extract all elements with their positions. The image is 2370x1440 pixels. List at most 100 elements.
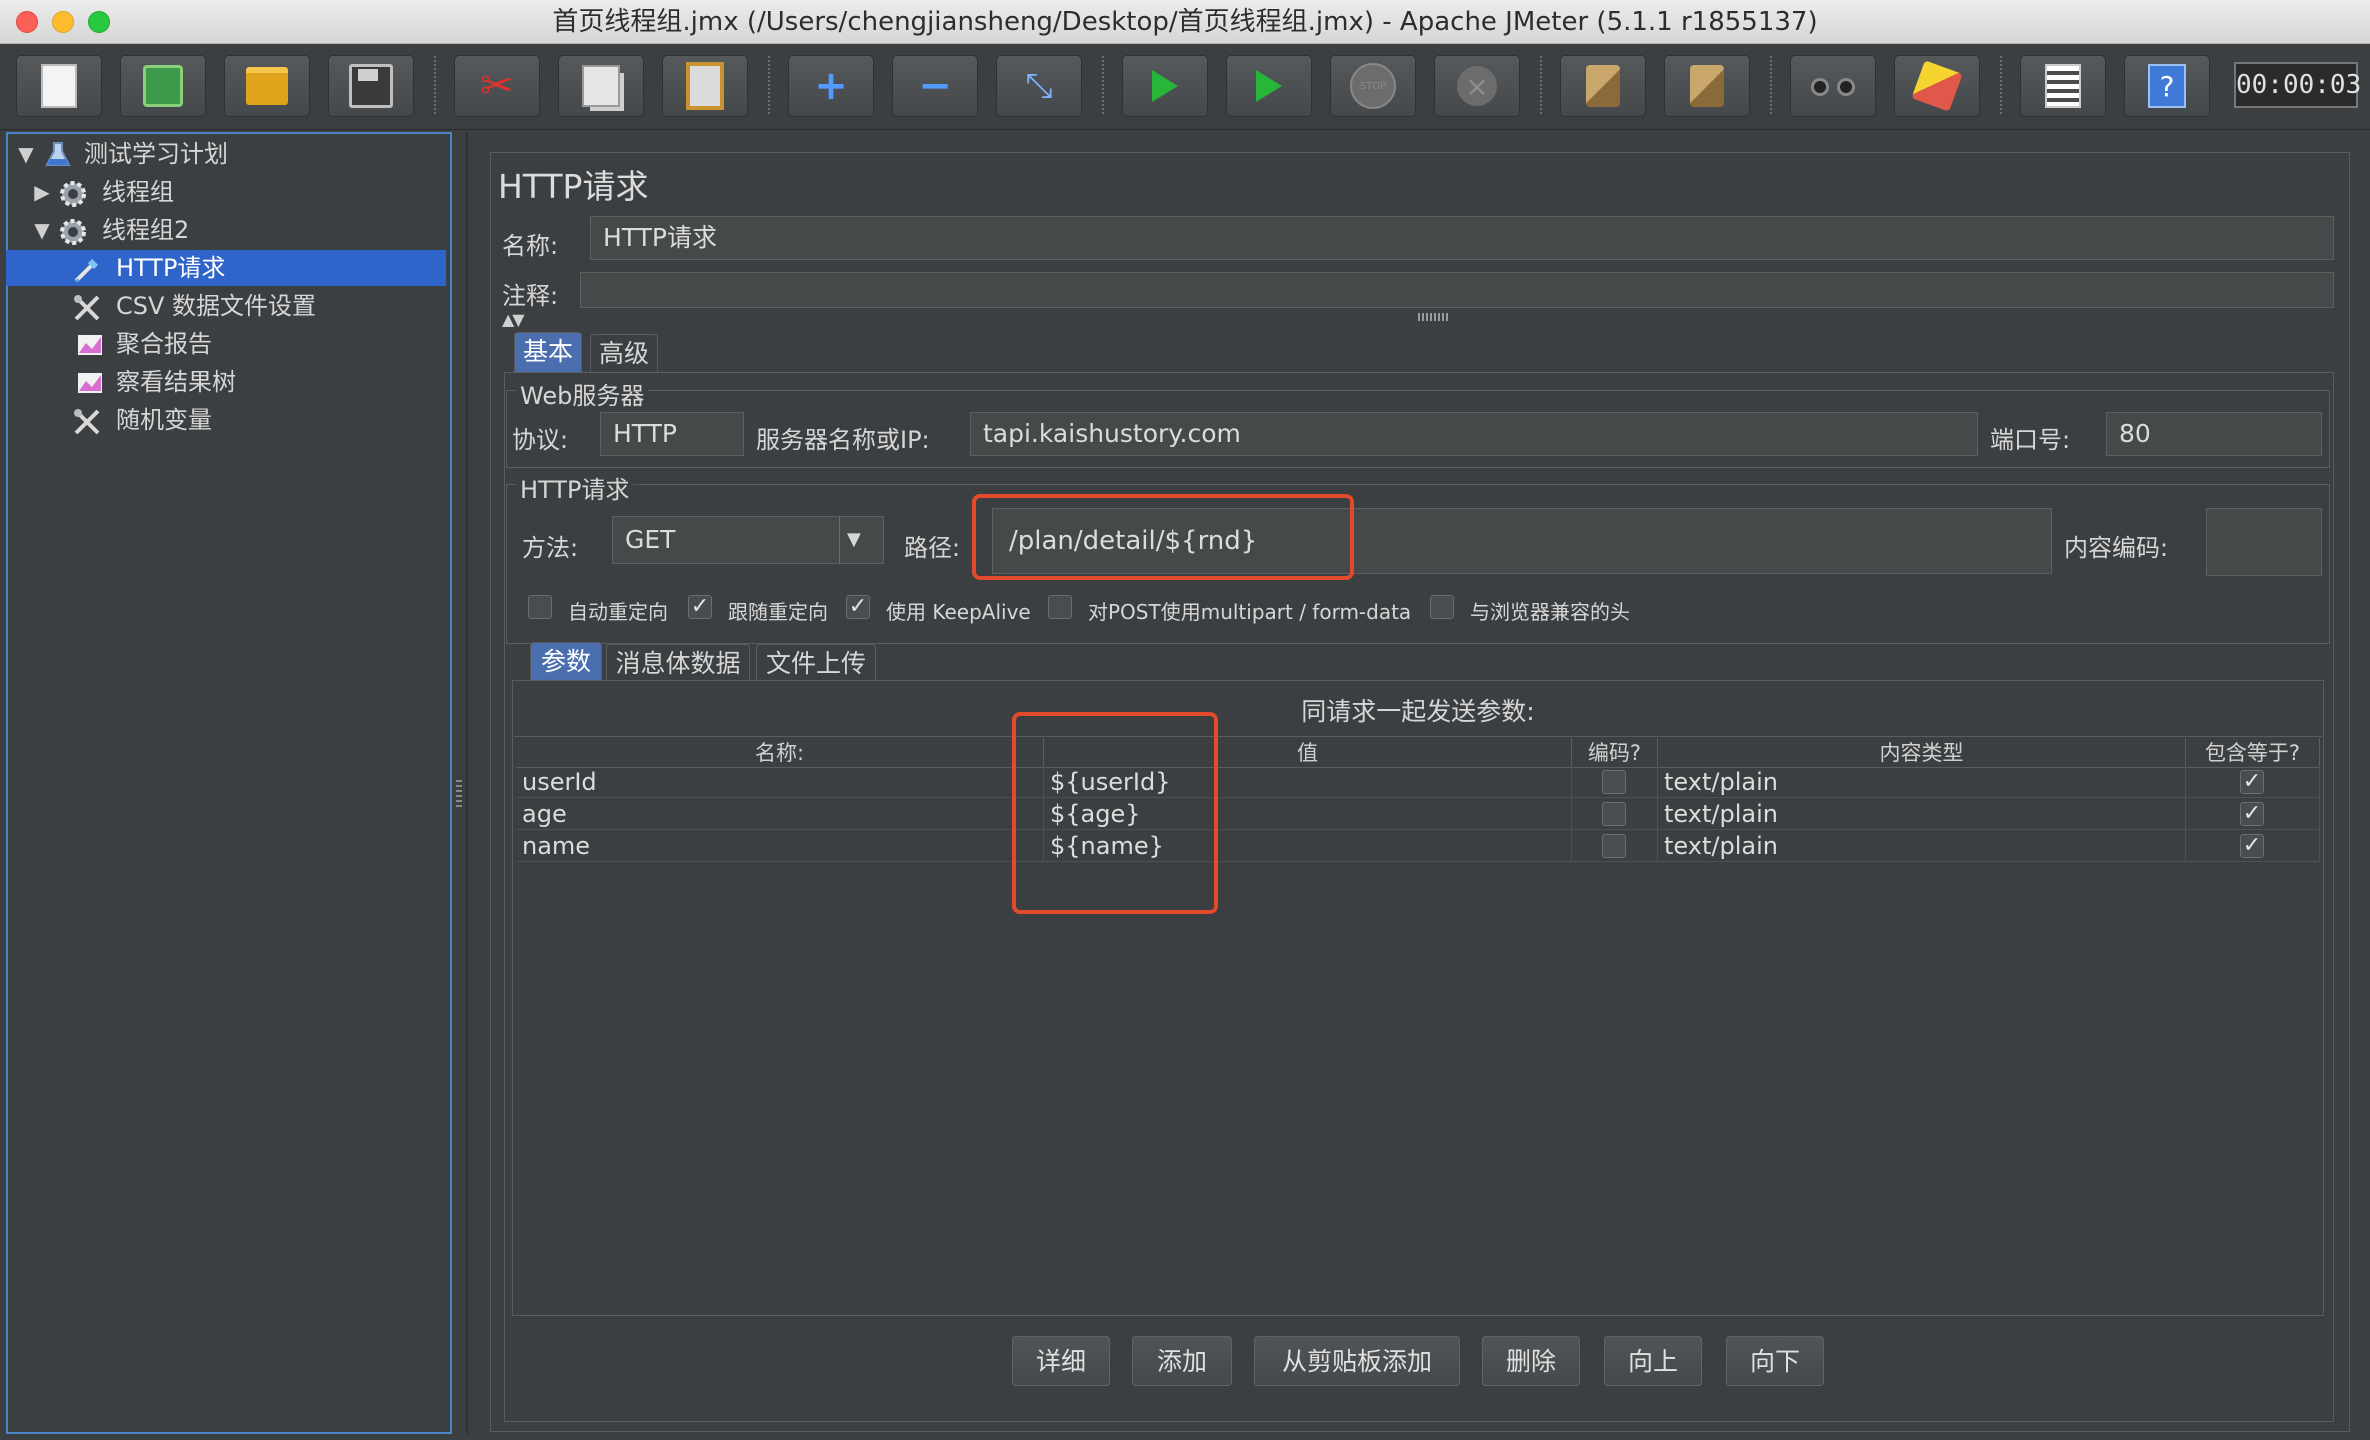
open-button[interactable] [224,55,310,117]
tree-item-http-request[interactable]: HTTP请求 [70,250,444,286]
tree-item-csv-data-set[interactable]: CSV 数据文件设置 [70,288,444,324]
expand-all-button[interactable]: + [788,55,874,117]
include-equals-checkbox[interactable]: ✓ [2240,802,2264,826]
comment-field[interactable] [580,272,2334,308]
stop-button[interactable]: STOP [1330,55,1416,117]
add-button[interactable]: 添加 [1132,1336,1232,1386]
tree-item-thread-group-2[interactable]: ▼ 线程组2 [30,212,444,248]
column-header-encode[interactable]: 编码? [1572,738,1658,768]
encode-checkbox[interactable] [1602,834,1626,858]
tab-parameters[interactable]: 参数 [530,642,602,680]
tree-item-view-results-tree[interactable]: 察看结果树 [70,364,444,400]
table-row-include-equals-cell[interactable]: ✓ [2186,830,2320,862]
table-row-encode-cell[interactable] [1572,830,1658,862]
protocol-field[interactable]: HTTP [600,412,744,456]
toggle-icon: ⤡ [1025,66,1053,106]
server-name-field[interactable]: tapi.kaishustory.com [970,412,1978,456]
clear-button[interactable] [1560,55,1646,117]
expand-arrow-icon[interactable]: ▼ [30,212,54,248]
tree-item-random-variable[interactable]: 随机变量 [70,402,444,438]
name-field[interactable]: HTTP请求 [590,216,2334,260]
divider-grip-icon[interactable] [456,780,462,810]
include-equals-checkbox[interactable]: ✓ [2240,770,2264,794]
resize-grip-icon[interactable] [1418,313,1450,321]
shutdown-button[interactable]: × [1434,55,1520,117]
path-highlight-box [972,494,1354,580]
move-up-button[interactable]: 向上 [1604,1336,1702,1386]
comment-label: 注释: [502,282,559,310]
method-value: GET [625,525,676,554]
checkbox-auto-redirect[interactable] [528,595,552,619]
toggle-button[interactable]: ⤡ [996,55,1082,117]
copy-button[interactable] [558,55,644,117]
chevron-down-icon[interactable]: ▼ [847,517,861,563]
table-row-include-equals-cell[interactable]: ✓ [2186,798,2320,830]
expand-arrow-icon[interactable]: ▶ [30,174,54,210]
start-icon [1152,70,1178,102]
tab-advanced[interactable]: 高级 [590,334,658,372]
paste-button[interactable] [662,55,748,117]
table-row-content-type-cell[interactable]: text/plain [1658,830,2186,862]
table-row-name-cell[interactable]: name [516,830,1044,862]
new-icon [41,64,77,108]
new-button[interactable] [16,55,102,117]
column-header-include-equals[interactable]: 包含等于? [2186,738,2320,768]
templates-icon [143,65,183,107]
keepalive-label: 使用 KeepAlive [886,600,1031,624]
port-label: 端口号: [1990,426,2071,454]
tree-item-aggregate-report[interactable]: 聚合报告 [70,326,444,362]
checkbox-multipart[interactable] [1048,595,1072,619]
function-helper-button[interactable] [2020,55,2106,117]
table-row-encode-cell[interactable] [1572,798,1658,830]
detail-button[interactable]: 详细 [1012,1336,1110,1386]
include-equals-checkbox[interactable]: ✓ [2240,834,2264,858]
content-encoding-field[interactable] [2206,508,2322,576]
help-button[interactable]: ? [2124,55,2210,117]
start-no-pauses-button[interactable] [1226,55,1312,117]
gear-icon [58,179,86,207]
table-row-include-equals-cell[interactable]: ✓ [2186,766,2320,798]
save-button[interactable] [328,55,414,117]
delete-button[interactable]: 删除 [1482,1336,1580,1386]
column-header-content-type[interactable]: 内容类型 [1658,738,2186,768]
tab-basic[interactable]: 基本 [514,332,582,372]
clear-all-button[interactable] [1664,55,1750,117]
method-select[interactable]: GET ▼ [612,516,884,564]
toolbar: ✂ + − ⤡ STOP × ? [0,44,2370,130]
encode-checkbox[interactable] [1602,802,1626,826]
toolbar-separator [434,56,436,114]
table-row-name-cell[interactable]: userId [516,766,1044,798]
elapsed-timer: 00:00:03 [2234,62,2361,108]
move-down-button[interactable]: 向下 [1726,1336,1824,1386]
pipette-icon [72,255,100,283]
encode-checkbox[interactable] [1602,770,1626,794]
flask-icon [44,141,72,169]
port-field[interactable]: 80 [2106,412,2322,456]
table-row-content-type-cell[interactable]: text/plain [1658,798,2186,830]
add-from-clipboard-button[interactable]: 从剪贴板添加 [1254,1336,1460,1386]
open-icon [246,67,288,105]
reset-search-button[interactable] [1894,55,1980,117]
tree-item-test-plan[interactable]: ▼ 测试学习计划 [14,136,444,172]
checkbox-keepalive[interactable]: ✓ [846,595,870,619]
tab-body-data[interactable]: 消息体数据 [606,644,750,680]
checkbox-browser-headers[interactable] [1430,595,1454,619]
table-row-name-cell[interactable]: age [516,798,1044,830]
checkbox-follow-redirects[interactable]: ✓ [688,595,712,619]
expand-arrow-icon[interactable]: ▼ [14,136,38,172]
collapse-all-button[interactable]: − [892,55,978,117]
table-row-content-type-cell[interactable]: text/plain [1658,766,2186,798]
column-header-name[interactable]: 名称: [516,738,1044,768]
search-button[interactable] [1790,55,1876,117]
select-divider [839,517,840,563]
tab-files-upload[interactable]: 文件上传 [756,644,876,680]
window-title: 首页线程组.jmx (/Users/chengjiansheng/Desktop… [552,7,1818,37]
collapse-arrows-icon[interactable]: ▲▼ [502,310,525,329]
start-button[interactable] [1122,55,1208,117]
templates-button[interactable] [120,55,206,117]
table-row-encode-cell[interactable] [1572,766,1658,798]
path-label: 路径: [904,534,961,562]
tree-item-thread-group[interactable]: ▶ 线程组 [30,174,444,210]
cut-button[interactable]: ✂ [454,55,540,117]
parameters-caption: 同请求一起发送参数: [1301,697,1535,726]
